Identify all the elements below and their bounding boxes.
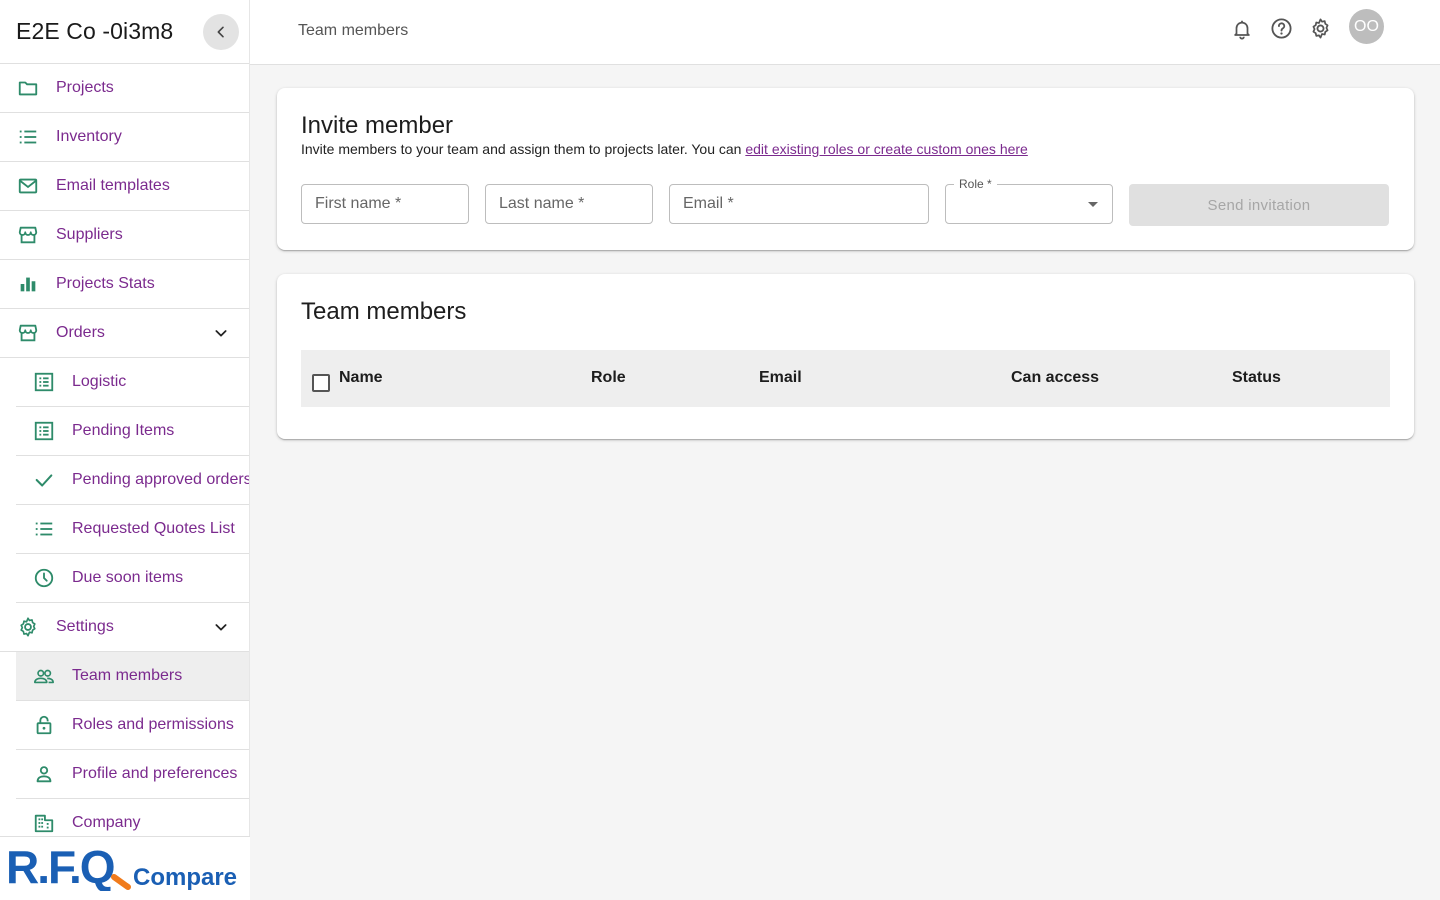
lock-icon	[32, 713, 56, 737]
last-name-field[interactable]	[485, 184, 653, 224]
topbar-actions: OO	[1230, 9, 1384, 44]
sidebar-item-email-templates[interactable]: Email templates	[0, 162, 249, 211]
column-header-name[interactable]: Name	[339, 369, 383, 387]
sidebar-item-orders[interactable]: Orders	[0, 309, 249, 358]
sidebar-item-label: Due soon items	[72, 569, 184, 586]
sidebar-item-label: Pending Items	[72, 422, 175, 439]
list-alt-icon	[32, 370, 56, 394]
svg-text:R.F.Q: R.F.Q	[6, 843, 114, 891]
table-header: Name Role Email Can access Status	[301, 350, 1390, 407]
sidebar-item-profile-and-preferences[interactable]: Profile and preferences	[16, 750, 249, 799]
help-icon[interactable]	[1269, 17, 1293, 41]
check-icon	[32, 468, 56, 492]
sidebar-item-label: Company	[72, 814, 141, 831]
store-icon	[16, 223, 40, 247]
sidebar-item-label: Pending approved orders	[72, 471, 249, 488]
sidebar-item-pending-items[interactable]: Pending Items	[16, 407, 249, 456]
gear-icon	[16, 615, 40, 639]
sidebar-item-settings[interactable]: Settings	[0, 603, 249, 652]
first-name-input[interactable]	[302, 185, 468, 223]
sidebar-item-label: Team members	[72, 667, 183, 684]
email-input[interactable]	[670, 185, 928, 223]
sidebar-item-label: Inventory	[56, 128, 122, 145]
edit-roles-link[interactable]: edit existing roles or create custom one…	[745, 141, 1027, 157]
sidebar-item-due-soon-items[interactable]: Due soon items	[16, 554, 249, 603]
column-header-role[interactable]: Role	[591, 369, 626, 387]
avatar[interactable]: OO	[1349, 9, 1384, 44]
role-label: Role *	[954, 177, 997, 191]
last-name-input[interactable]	[486, 185, 652, 223]
sidebar-item-inventory[interactable]: Inventory	[0, 113, 249, 162]
sidebar-item-projects-stats[interactable]: Projects Stats	[0, 260, 249, 309]
sidebar-item-suppliers[interactable]: Suppliers	[0, 211, 249, 260]
sidebar-item-label: Email templates	[56, 177, 170, 194]
email-field[interactable]	[669, 184, 929, 224]
gear-icon[interactable]	[1308, 17, 1332, 41]
dropdown-arrow-icon	[1088, 202, 1098, 207]
send-invitation-button[interactable]: Send invitation	[1129, 184, 1389, 226]
people-icon	[32, 664, 56, 688]
team-title: Team members	[301, 298, 467, 325]
topbar: Team members OO	[250, 0, 1440, 65]
person-icon	[32, 762, 56, 786]
sidebar-item-label: Logistic	[72, 373, 127, 390]
sidebar-item-label: Projects	[56, 79, 114, 96]
sidebar-item-label: Projects Stats	[56, 275, 155, 292]
clock-icon	[32, 566, 56, 590]
sidebar-item-label: Roles and permissions	[72, 716, 234, 733]
rfq-compare-logo: R.F.Q Compare	[0, 836, 250, 900]
team-members-card: Team members Name Role Email Can access …	[277, 274, 1414, 439]
select-all-checkbox[interactable]	[312, 374, 330, 392]
sidebar-nav: Projects Inventory Email templates Suppl…	[0, 64, 249, 836]
sidebar-item-logistic[interactable]: Logistic	[16, 358, 249, 407]
sidebar-item-projects[interactable]: Projects	[0, 64, 249, 113]
collapse-sidebar-button[interactable]	[203, 13, 239, 50]
list-alt-icon	[32, 419, 56, 443]
store-icon	[16, 321, 40, 345]
company-name: E2E Co -0i3m8	[16, 18, 174, 44]
chevron-down-icon[interactable]	[211, 617, 231, 637]
invite-description-text: Invite members to your team and assign t…	[301, 141, 746, 157]
svg-text:Compare: Compare	[133, 864, 237, 891]
sidebar-item-requested-quotes-list[interactable]: Requested Quotes List	[16, 505, 249, 554]
breadcrumb: Team members	[298, 22, 409, 39]
sidebar-header: E2E Co -0i3m8	[0, 0, 249, 64]
sidebar: E2E Co -0i3m8 Projects Inventory Email t…	[0, 0, 250, 900]
column-header-email[interactable]: Email	[759, 369, 802, 387]
chevron-down-icon[interactable]	[211, 323, 231, 343]
chevron-left-icon	[217, 26, 224, 37]
column-header-status[interactable]: Status	[1232, 369, 1281, 387]
mail-icon	[16, 174, 40, 198]
sidebar-item-roles-and-permissions[interactable]: Roles and permissions	[16, 701, 249, 750]
role-select[interactable]: Role *	[945, 177, 1113, 224]
sidebar-item-label: Orders	[56, 324, 105, 341]
sidebar-item-team-members[interactable]: Team members	[16, 652, 249, 701]
bar-chart-icon	[16, 272, 40, 296]
folder-icon	[16, 76, 40, 100]
first-name-field[interactable]	[301, 184, 469, 224]
list-numbered-icon	[32, 517, 56, 541]
column-header-can-access[interactable]: Can access	[1011, 369, 1099, 387]
building-icon	[32, 811, 56, 835]
sidebar-item-label: Settings	[56, 618, 114, 635]
invite-description: Invite members to your team and assign t…	[301, 141, 1028, 157]
bell-icon[interactable]	[1230, 17, 1254, 41]
sidebar-item-pending-approved-orders[interactable]: Pending approved orders	[16, 456, 249, 505]
sidebar-item-label: Requested Quotes List	[72, 520, 235, 537]
sidebar-item-label: Suppliers	[56, 226, 123, 243]
sidebar-item-company[interactable]: Company	[16, 799, 249, 836]
list-numbered-icon	[16, 125, 40, 149]
invite-title: Invite member	[301, 112, 454, 139]
invite-member-card: Invite member Invite members to your tea…	[277, 88, 1414, 250]
sidebar-item-label: Profile and preferences	[72, 765, 238, 782]
